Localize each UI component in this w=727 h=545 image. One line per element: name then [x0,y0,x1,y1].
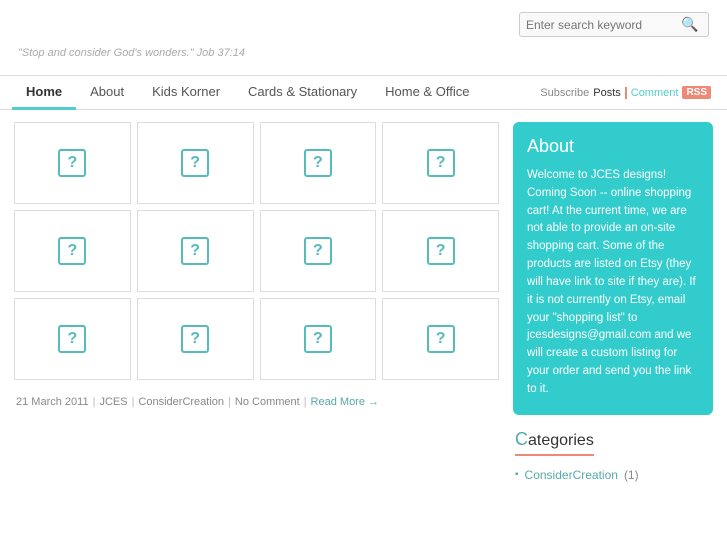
grid-cell[interactable]: ? [137,122,254,204]
image-placeholder-icon: ? [181,237,209,265]
main-nav: Home About Kids Korner Cards & Stationar… [0,75,727,110]
tagline: "Stop and consider God's wonders." Job 3… [0,43,727,75]
grid-cell[interactable]: ? [382,298,499,380]
content-area: ? ? ? ? ? ? ? ? ? ? ? ? 21 March 2011 | … [14,122,499,484]
search-button[interactable]: 🔍 [681,16,698,33]
subscribe-area: Subscribe Posts Comment RSS [540,86,715,99]
grid-cell[interactable]: ? [137,210,254,292]
search-container: 🔍 [519,12,709,37]
post-comments: No Comment [235,396,300,408]
category-count: (1) [624,468,639,482]
image-placeholder-icon: ? [58,237,86,265]
categories-title-first-char: C [515,429,528,449]
image-placeholder-icon: ? [427,325,455,353]
sidebar: About Welcome to JCES designs! Coming So… [513,122,713,484]
main-content: ? ? ? ? ? ? ? ? ? ? ? ? 21 March 2011 | … [0,110,727,492]
about-box: About Welcome to JCES designs! Coming So… [513,122,713,415]
categories-title: Categories [515,429,594,456]
search-input[interactable] [526,18,681,32]
grid-cell[interactable]: ? [382,122,499,204]
categories-list: ConsiderCreation (1) [515,466,711,484]
grid-cell[interactable]: ? [14,298,131,380]
nav-item-about[interactable]: About [76,76,138,110]
image-placeholder-icon: ? [58,149,86,177]
image-placeholder-icon: ? [304,149,332,177]
image-placeholder-icon: ? [304,325,332,353]
categories-box: Categories ConsiderCreation (1) [513,429,713,484]
grid-cell[interactable]: ? [137,298,254,380]
grid-cell[interactable]: ? [382,210,499,292]
grid-cell[interactable]: ? [260,210,377,292]
grid-cell[interactable]: ? [260,122,377,204]
posts-link[interactable]: Posts [593,87,621,99]
category-item: ConsiderCreation (1) [515,466,711,484]
nav-items: Home About Kids Korner Cards & Stationar… [12,76,540,109]
post-meta: 21 March 2011 | JCES | ConsiderCreation … [14,390,499,414]
subscribe-label: Subscribe [540,87,589,99]
header: 🔍 [0,0,727,43]
image-placeholder-icon: ? [304,237,332,265]
grid-cell[interactable]: ? [260,298,377,380]
post-category[interactable]: ConsiderCreation [138,396,224,408]
category-link[interactable]: ConsiderCreation [525,468,618,482]
image-placeholder-icon: ? [58,325,86,353]
comment-link[interactable]: Comment [625,87,679,99]
image-grid: ? ? ? ? ? ? ? ? ? ? ? ? [14,122,499,380]
image-placeholder-icon: ? [427,237,455,265]
about-title: About [527,136,699,157]
image-placeholder-icon: ? [181,149,209,177]
post-author: JCES [99,396,127,408]
image-placeholder-icon: ? [181,325,209,353]
about-text: Welcome to JCES designs! Coming Soon -- … [527,167,699,399]
read-more-link[interactable]: Read More → [311,396,379,408]
nav-item-home-office[interactable]: Home & Office [371,76,483,110]
categories-title-rest: ategories [528,432,594,449]
image-placeholder-icon: ? [427,149,455,177]
post-date: 21 March 2011 [16,396,89,408]
grid-cell[interactable]: ? [14,122,131,204]
grid-cell[interactable]: ? [14,210,131,292]
nav-item-kids-korner[interactable]: Kids Korner [138,76,234,110]
nav-item-cards-stationary[interactable]: Cards & Stationary [234,76,371,110]
rss-badge[interactable]: RSS [682,86,711,99]
nav-item-home[interactable]: Home [12,76,76,110]
